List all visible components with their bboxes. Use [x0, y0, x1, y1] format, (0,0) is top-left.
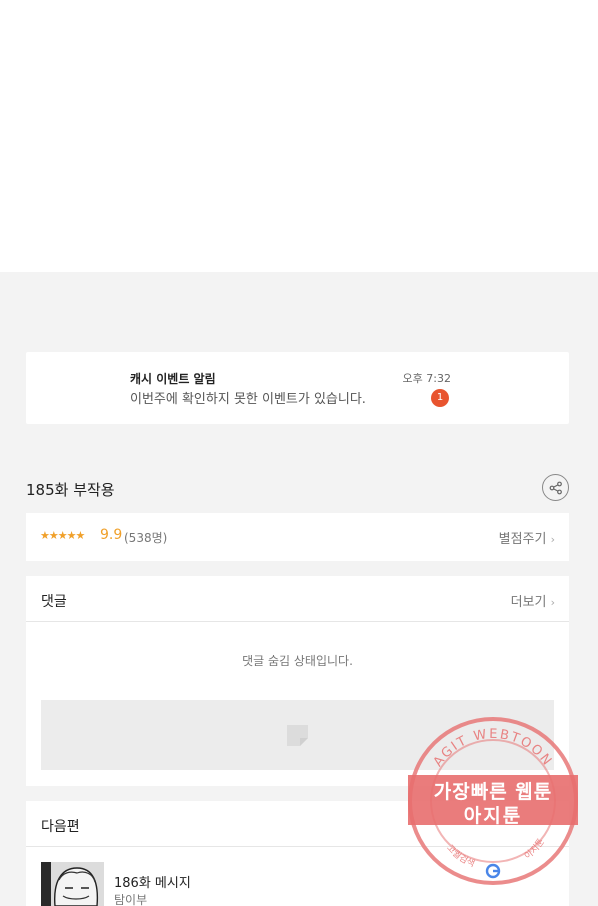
notification-badge: 1: [431, 389, 449, 407]
ad-placeholder[interactable]: [41, 700, 554, 770]
rating-stars: ★★★★★: [40, 529, 85, 542]
notification-message: 이번주에 확인하지 못한 이벤트가 있습니다.: [130, 392, 366, 407]
next-episode-header: 다음편: [26, 801, 569, 847]
comments-section: 댓글 더보기 › 댓글 숨김 상태입니다.: [26, 576, 569, 786]
rating-score: 9.9: [100, 527, 123, 543]
event-notification-card[interactable]: 캐시 이벤트 알림 이번주에 확인하지 못한 이벤트가 있습니다. 오후 7:3…: [26, 352, 569, 424]
share-button[interactable]: [542, 474, 569, 501]
next-episode-subtitle: 탐이부: [114, 893, 148, 906]
notification-title: 캐시 이벤트 알림: [130, 372, 216, 386]
rating-bar: ★★★★★ 9.9 (538명) 별점주기 ›: [26, 513, 569, 561]
content-area-blank: [0, 0, 598, 272]
next-episode-section: 다음편 186화 메시지 탐이부: [26, 801, 569, 906]
comments-hidden-message: 댓글 숨김 상태입니다.: [242, 654, 353, 668]
next-episode-thumbnail[interactable]: [41, 862, 104, 906]
next-episode-heading: 다음편: [41, 819, 80, 835]
comments-more-label: 더보기: [510, 595, 547, 610]
share-icon: [549, 481, 562, 494]
character-thumbnail-image: [41, 862, 104, 906]
image-placeholder-icon: [287, 725, 308, 746]
comments-header: 댓글 더보기 ›: [26, 576, 569, 622]
chevron-right-icon: ›: [550, 533, 555, 546]
next-episode-title[interactable]: 186화 메시지: [114, 872, 191, 891]
episode-title: 185화 부작용: [26, 481, 115, 499]
rate-button-label: 별점주기: [498, 532, 547, 547]
notification-time: 오후 7:32: [402, 372, 451, 385]
rating-votes: (538명): [124, 531, 168, 545]
comments-more-button[interactable]: 더보기 ›: [511, 591, 555, 610]
chevron-right-icon: ›: [550, 596, 555, 609]
rate-button[interactable]: 별점주기 ›: [499, 528, 555, 547]
comments-heading: 댓글: [41, 594, 67, 610]
